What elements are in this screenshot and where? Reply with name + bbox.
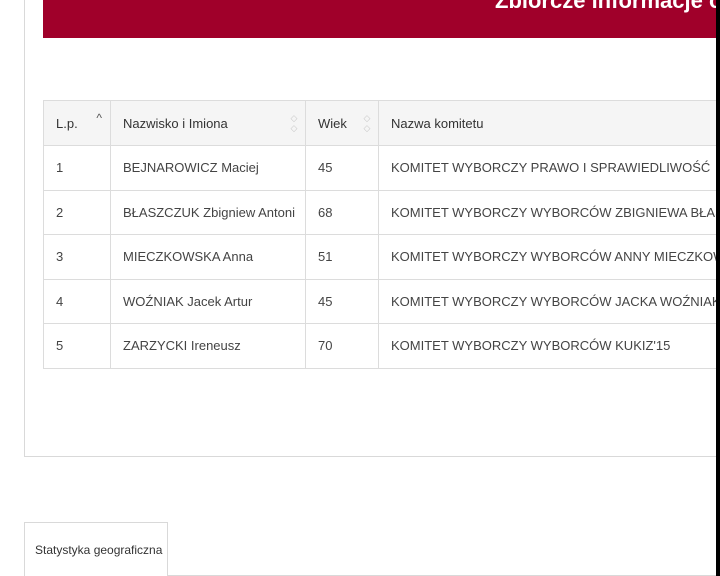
cell-lp: 1 (43, 145, 111, 191)
committee-link[interactable]: KOMITET WYBORCZY WYBORCÓW ANNY MIECZKOWS… (378, 234, 720, 280)
cell-lp: 5 (43, 323, 111, 369)
table-header-row: L.p. ^ Nazwisko i Imiona ◇ ◇ Wiek ◇ ◇ Nazw… (43, 100, 720, 146)
committee-link[interactable]: KOMITET WYBORCZY WYBORCÓW ZBIGNIEWA BŁAS… (378, 190, 720, 235)
column-header-name[interactable]: Nazwisko i Imiona ◇ ◇ (110, 100, 306, 146)
sort-ascending-icon: ^ (96, 111, 102, 125)
cell-age: 45 (305, 145, 379, 191)
cell-lp: 4 (43, 279, 111, 324)
table-row: 5 ZARZYCKI Ireneusz 70 KOMITET WYBORCZY … (43, 323, 720, 369)
table-row: 4 WOŹNIAK Jacek Artur 45 KOMITET WYBORCZ… (43, 279, 720, 324)
tab-geographic-statistics[interactable]: Statystyka geograficzna (24, 522, 168, 576)
candidates-table: L.p. ^ Nazwisko i Imiona ◇ ◇ Wiek ◇ ◇ Nazw… (43, 100, 720, 369)
sort-icon: ◇ ◇ (363, 113, 371, 133)
sort-icon: ◇ ◇ (290, 113, 298, 133)
section-header-banner: Zbiorcze informacje o kand (43, 0, 720, 38)
cell-age: 45 (305, 279, 379, 324)
column-header-lp-label: L.p. (56, 115, 78, 131)
column-header-age[interactable]: Wiek ◇ ◇ (305, 100, 379, 146)
table-row: 3 MIECZKOWSKA Anna 51 KOMITET WYBORCZY W… (43, 234, 720, 280)
section-title: Zbiorcze informacje o kand (495, 0, 720, 13)
cell-lp: 3 (43, 234, 111, 280)
column-header-lp[interactable]: L.p. ^ (43, 100, 111, 146)
cell-age: 70 (305, 323, 379, 369)
committee-link[interactable]: KOMITET WYBORCZY WYBORCÓW KUKIZ'15 (378, 323, 720, 369)
tab-label: Statystyka geograficzna (35, 543, 163, 557)
column-header-committee-label: Nazwa komitetu (391, 115, 484, 131)
committee-link[interactable]: KOMITET WYBORCZY PRAWO I SPRAWIEDLIWOŚĆ (378, 145, 720, 191)
candidate-name-link[interactable]: ZARZYCKI Ireneusz (110, 323, 306, 369)
table-row: 1 BEJNAROWICZ Maciej 45 KOMITET WYBORCZY… (43, 145, 720, 191)
committee-link[interactable]: KOMITET WYBORCZY WYBORCÓW JACKA WOŹNIAKA (378, 279, 720, 324)
column-header-committee[interactable]: Nazwa komitetu (378, 100, 720, 146)
candidate-name-link[interactable]: MIECZKOWSKA Anna (110, 234, 306, 280)
cell-lp: 2 (43, 190, 111, 235)
cell-age: 51 (305, 234, 379, 280)
cell-age: 68 (305, 190, 379, 235)
column-header-age-label: Wiek (318, 115, 347, 131)
column-header-name-label: Nazwisko i Imiona (123, 115, 228, 131)
table-row: 2 BŁASZCZUK Zbigniew Antoni 68 KOMITET W… (43, 190, 720, 235)
window-edge (716, 0, 720, 576)
candidate-name-link[interactable]: BŁASZCZUK Zbigniew Antoni (110, 190, 306, 235)
candidate-name-link[interactable]: WOŹNIAK Jacek Artur (110, 279, 306, 324)
candidate-name-link[interactable]: BEJNAROWICZ Maciej (110, 145, 306, 191)
